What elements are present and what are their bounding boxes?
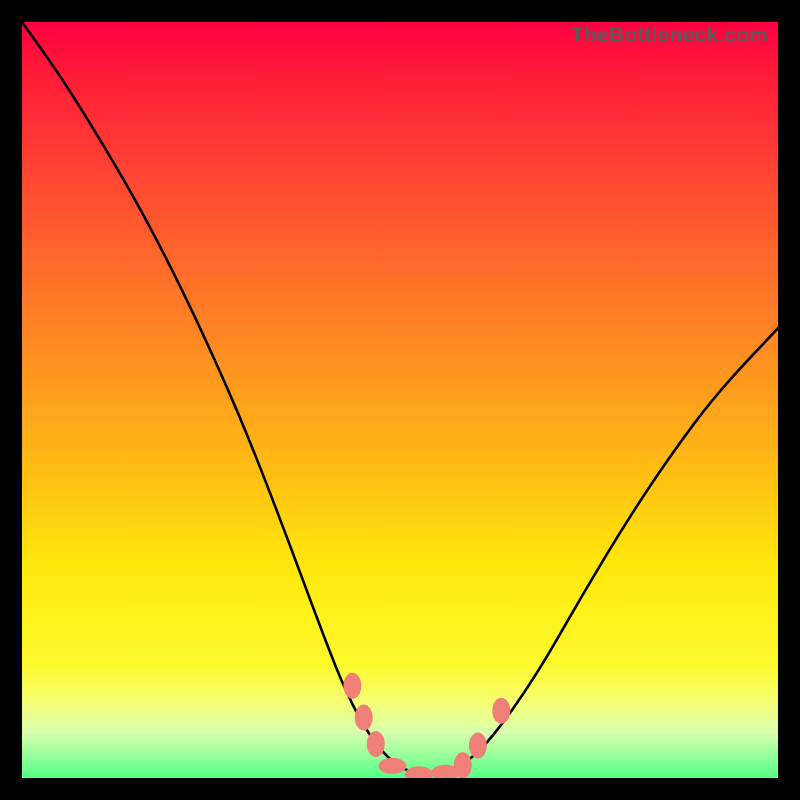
marker-point — [405, 766, 433, 778]
marker-point — [367, 731, 385, 757]
marker-point — [355, 705, 373, 731]
curve-markers — [343, 673, 510, 778]
chart-frame: TheBottleneck.com — [0, 0, 800, 800]
marker-point — [492, 698, 510, 724]
marker-point — [469, 732, 487, 758]
marker-point — [343, 673, 361, 699]
plot-area: TheBottleneck.com — [22, 22, 778, 778]
bottleneck-curve — [22, 22, 778, 775]
curve-overlay — [22, 22, 778, 778]
marker-point — [454, 752, 472, 778]
marker-point — [378, 758, 406, 774]
